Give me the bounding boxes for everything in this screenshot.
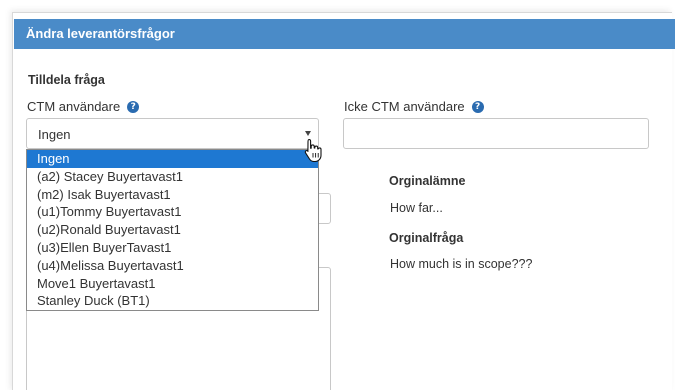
section-title-assign: Tilldela fråga xyxy=(28,73,105,87)
non-ctm-user-label: Icke CTM användare ? xyxy=(344,99,484,114)
dropdown-option[interactable]: (u4)Melissa Buyertavast1 xyxy=(27,257,318,275)
caret-down-icon xyxy=(305,131,311,136)
ctm-user-select[interactable]: Ingen xyxy=(26,118,319,149)
ctm-user-label: CTM användare ? xyxy=(27,99,140,114)
dialog-title: Ändra leverantörsfrågor xyxy=(26,26,175,41)
ctm-user-dropdown-list: Ingen (a2) Stacey Buyertavast1 (m2) Isak… xyxy=(26,149,319,311)
non-ctm-user-label-text: Icke CTM användare xyxy=(344,99,465,114)
dropdown-option[interactable]: Stanley Duck (BT1) xyxy=(27,292,318,310)
hand-pointer-cursor-icon xyxy=(304,138,322,162)
non-ctm-user-input[interactable] xyxy=(343,118,649,149)
dropdown-option[interactable]: (u3)Ellen BuyerTavast1 xyxy=(27,239,318,257)
original-subject-value: How far... xyxy=(390,201,443,215)
dropdown-option[interactable]: (m2) Isak Buyertavast1 xyxy=(27,186,318,204)
help-icon[interactable]: ? xyxy=(127,100,140,113)
dropdown-option[interactable]: Ingen xyxy=(27,150,318,168)
ctm-user-label-text: CTM användare xyxy=(27,99,121,114)
original-subject-label: Orginalämne xyxy=(389,174,466,188)
help-icon[interactable]: ? xyxy=(471,100,484,113)
ctm-user-select-value: Ingen xyxy=(38,127,71,142)
original-question-value: How much is in scope??? xyxy=(390,257,533,271)
dropdown-option[interactable]: (a2) Stacey Buyertavast1 xyxy=(27,168,318,186)
dropdown-option[interactable]: Move1 Buyertavast1 xyxy=(27,275,318,293)
dialog-header: Ändra leverantörsfrågor xyxy=(14,19,675,49)
dropdown-option[interactable]: (u2)Ronald Buyertavast1 xyxy=(27,221,318,239)
dropdown-option[interactable]: (u1)Tommy Buyertavast1 xyxy=(27,203,318,221)
original-question-label: Orginalfråga xyxy=(389,231,464,245)
